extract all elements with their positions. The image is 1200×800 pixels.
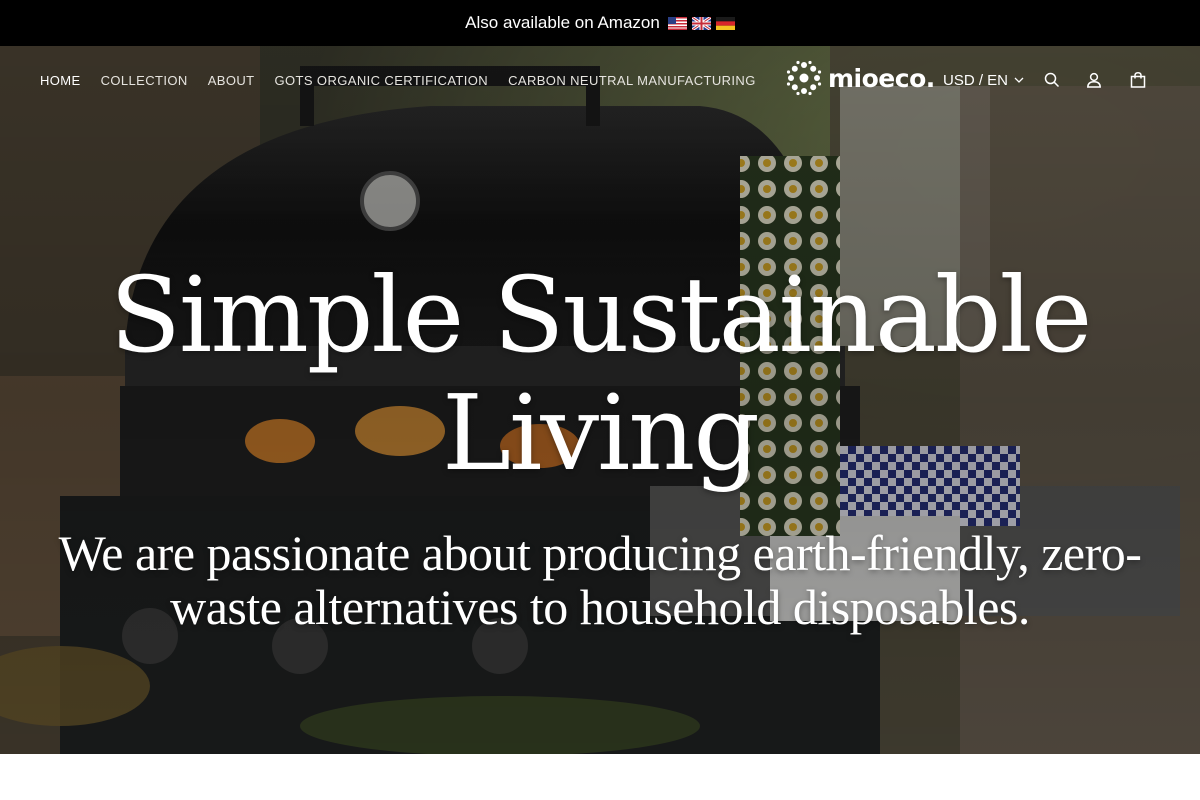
de-flag-icon	[715, 16, 735, 30]
currency-language-selector[interactable]: USD / EN	[943, 68, 1024, 92]
nav-item-about[interactable]: ABOUT	[208, 73, 255, 88]
brand-name: mioeco.	[828, 63, 935, 93]
search-icon	[1044, 72, 1060, 88]
nav-item-gots-organic-certification[interactable]: GOTS ORGANIC CERTIFICATION	[274, 73, 488, 88]
announcement-text[interactable]: Also available on Amazon	[465, 13, 660, 33]
page-content-area	[0, 754, 1200, 800]
account-icon	[1087, 72, 1101, 88]
account-button[interactable]	[1082, 68, 1106, 92]
cart-button[interactable]	[1126, 68, 1150, 92]
cart-icon	[1130, 72, 1146, 88]
locale-label: USD / EN	[943, 71, 1009, 89]
nav-item-carbon-neutral-manufacturing[interactable]: CARBON NEUTRAL MANUFACTURING	[508, 73, 756, 88]
hero-headline: Simple Sustainable Living	[109, 254, 1093, 494]
nav-item-home[interactable]: HOME	[40, 73, 81, 88]
hero-banner: Simple Sustainable Living We are passion…	[0, 46, 1200, 754]
flag-group	[667, 16, 735, 30]
nav-item-collection[interactable]: COLLECTION	[101, 73, 188, 88]
site-header: HOME COLLECTION ABOUT GOTS ORGANIC CERTI…	[0, 46, 1200, 114]
search-button[interactable]	[1040, 68, 1064, 92]
us-flag-icon	[667, 16, 687, 30]
announcement-bar: Also available on Amazon	[0, 0, 1200, 46]
chevron-down-icon	[1014, 77, 1024, 83]
brand-logo[interactable]: mioeco.	[786, 60, 935, 96]
flower-logo-icon	[786, 60, 822, 96]
main-nav: HOME COLLECTION ABOUT GOTS ORGANIC CERTI…	[40, 46, 756, 114]
hero-subheadline: We are passionate about producing earth-…	[58, 525, 1142, 635]
uk-flag-icon	[691, 16, 711, 30]
